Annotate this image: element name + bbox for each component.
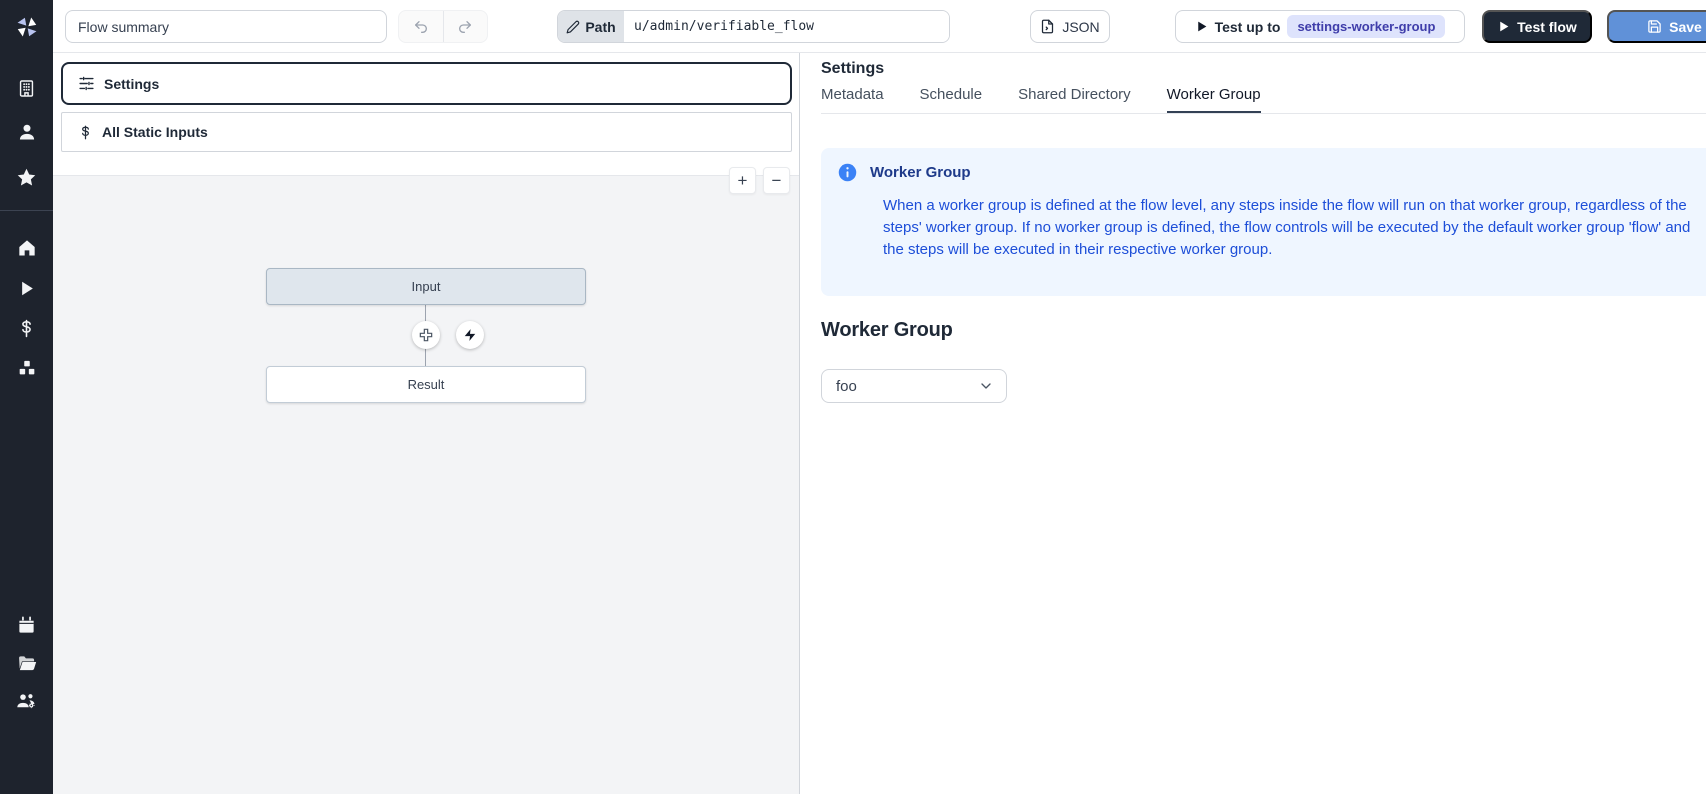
info-box-line: the steps will be executed in their resp… [883,239,1706,261]
flow-settings-label: Settings [104,76,159,92]
home-icon[interactable] [0,231,53,265]
save-draft-button[interactable]: Save draft [1607,10,1706,43]
test-flow-label: Test flow [1517,19,1577,35]
worker-group-info-box: Worker Group When a worker group is defi… [821,148,1706,296]
test-up-to-label: Test up to [1215,19,1281,35]
all-static-inputs-button[interactable]: All Static Inputs [61,112,792,152]
pencil-icon [566,20,580,34]
play-icon [1195,20,1208,33]
dollar-sign-icon [78,125,93,140]
worker-group-select-value: foo [836,378,857,395]
flow-settings-button[interactable]: Settings [61,62,792,105]
undo-button[interactable] [399,11,443,42]
path-label: Path [585,19,615,35]
flow-editor-panel: Settings All Static Inputs + − Input Res… [53,53,800,794]
flow-graph-canvas[interactable]: + − Input Result [53,175,799,794]
user-group-settings-icon[interactable] [0,684,53,718]
folder-open-icon[interactable] [0,646,53,680]
info-box-title: Worker Group [870,164,971,181]
redo-button[interactable] [443,11,488,42]
info-box-line: steps' worker group. If no worker group … [883,217,1706,239]
plus-cross-icon [418,327,434,343]
settings-tabs: Metadata Schedule Shared Directory Worke… [821,86,1706,114]
input-node[interactable]: Input [266,268,586,305]
add-step-button[interactable] [412,321,440,349]
trigger-button[interactable] [456,321,484,349]
play-icon [1497,20,1510,33]
path-group: Path [557,10,950,43]
json-button[interactable]: JSON [1030,10,1110,43]
dollar-sign-icon[interactable] [0,311,53,345]
tab-metadata[interactable]: Metadata [821,86,884,113]
zoom-in-button[interactable]: + [729,167,756,194]
edit-path-button[interactable]: Path [558,11,624,42]
sliders-icon [78,75,95,92]
worker-group-section-title: Worker Group [821,319,953,342]
test-flow-button[interactable]: Test flow [1482,10,1592,43]
info-box-line: When a worker group is defined at the fl… [883,195,1706,217]
test-up-to-button[interactable]: Test up to settings-worker-group [1175,10,1465,43]
windmill-logo-icon[interactable] [0,10,53,44]
topbar: Path JSON Test up to settings-worker-gro… [53,0,1706,53]
test-up-to-target-badge: settings-worker-group [1287,15,1445,38]
result-node[interactable]: Result [266,366,586,403]
play-icon[interactable] [0,271,53,305]
info-box-body: When a worker group is defined at the fl… [883,195,1706,261]
worker-group-select[interactable]: foo [821,369,1007,403]
tab-shared-directory[interactable]: Shared Directory [1018,86,1131,113]
boxes-icon[interactable] [0,351,53,385]
undo-redo-group [398,10,488,43]
file-json-icon [1040,19,1055,34]
calendar-icon[interactable] [0,608,53,642]
json-button-label: JSON [1062,19,1099,35]
building-icon[interactable] [0,71,53,105]
sidebar-divider [0,210,53,211]
settings-panel: Settings Metadata Schedule Shared Direct… [800,53,1706,794]
save-draft-label: Save draft [1669,19,1706,35]
sidebar [0,0,53,794]
tab-schedule[interactable]: Schedule [920,86,983,113]
settings-panel-title: Settings [821,60,884,78]
flow-summary-input[interactable] [65,10,387,43]
tab-worker-group[interactable]: Worker Group [1167,86,1261,113]
zap-icon [463,328,477,342]
path-input[interactable] [624,11,949,42]
info-icon [837,162,858,183]
save-icon [1647,19,1662,34]
user-icon[interactable] [0,115,53,149]
chevron-down-icon [978,378,994,394]
zoom-out-button[interactable]: − [763,167,790,194]
star-icon[interactable] [0,160,53,194]
all-static-inputs-label: All Static Inputs [102,124,208,140]
